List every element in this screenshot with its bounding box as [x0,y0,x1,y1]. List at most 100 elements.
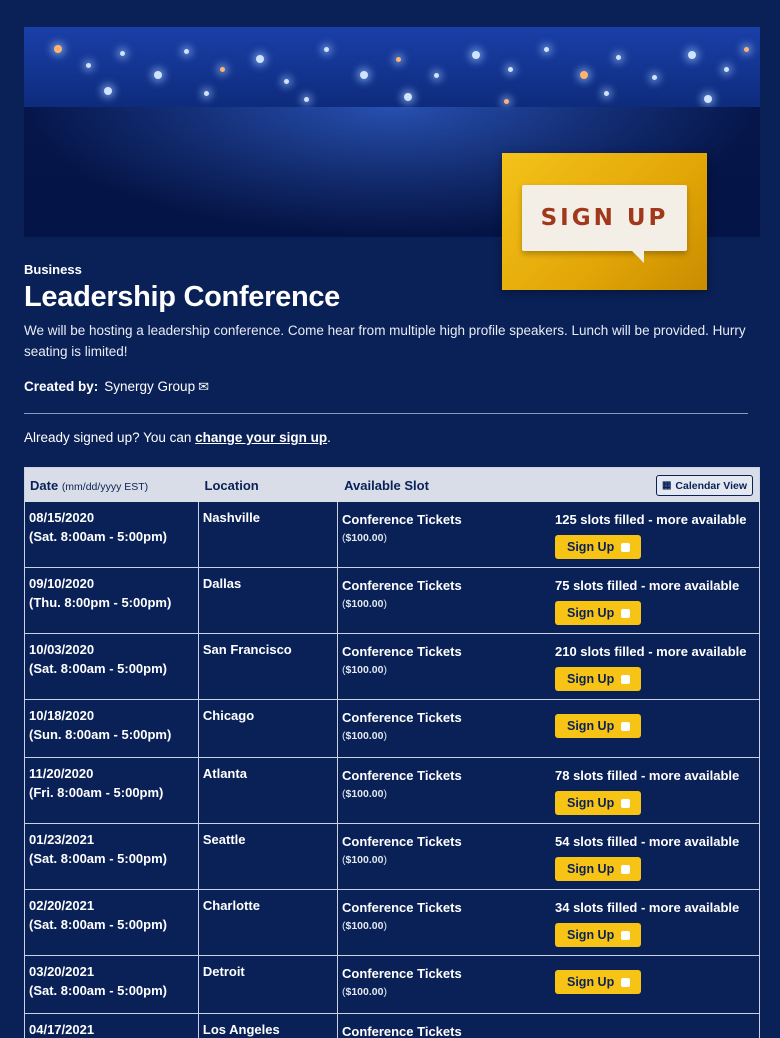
stage-light [154,71,162,79]
calendar-view-button[interactable]: ▦ Calendar View [655,475,753,496]
slot-status: 125 slots filled - more available Sign U… [551,502,759,567]
calendar-icon: ▦ [661,480,672,491]
stage-light [604,91,609,96]
row-time: (Sat. 8:00am - 5:00pm) [29,917,167,932]
row-location: Nashville [199,502,338,567]
sign-up-button[interactable]: Sign Up [555,923,642,947]
slot-info: Conference Tickets [338,1014,551,1038]
row-date-value: 08/15/2020 [29,510,95,525]
stage-light [652,75,657,80]
slot-status: 34 slots filled - more available Sign Up [551,890,759,955]
sign-up-checkbox[interactable] [621,721,631,731]
sign-up-button[interactable]: Sign Up [555,791,642,815]
sign-up-button-label: Sign Up [567,796,615,810]
slot-price: ($100.00) [342,530,547,546]
row-slot: Conference Tickets ($100.00) Sign Up [338,956,759,1013]
row-date: 04/17/2021 [25,1014,199,1038]
stage-light [580,71,588,79]
row-time: (Sat. 8:00am - 5:00pm) [29,851,167,866]
table-body: 08/15/2020 (Sat. 8:00am - 5:00pm) Nashvi… [25,502,759,1038]
row-slot: Conference Tickets ($100.00) 78 slots fi… [338,758,759,823]
sign-up-checkbox[interactable] [621,798,631,808]
slot-info: Conference Tickets ($100.00) [338,700,551,757]
slot-price: ($100.00) [342,596,547,612]
stage-light [404,93,412,101]
stage-light [220,67,225,72]
sign-up-button-label: Sign Up [567,540,615,554]
stage-light [704,95,712,103]
row-date: 02/20/2021 (Sat. 8:00am - 5:00pm) [25,890,199,955]
row-slot: Conference Tickets ($100.00) 210 slots f… [338,634,759,699]
slot-price-value: $100.00 [345,854,384,866]
slots-filled-text: 54 slots filled - more available [555,834,740,849]
slot-price: ($100.00) [342,852,547,868]
event-category: Business [24,262,82,277]
slot-price-value: $100.00 [345,598,384,610]
stage-light [284,79,289,84]
sign-up-button-label: Sign Up [567,975,615,989]
sign-up-button[interactable]: Sign Up [555,535,642,559]
slot-price-close: ) [383,730,387,742]
sign-up-checkbox[interactable] [621,542,631,552]
slot-name: Conference Tickets [342,578,462,593]
row-date-value: 01/23/2021 [29,832,95,847]
slot-price-close: ) [383,664,387,676]
slots-table: Date (mm/dd/yyyy EST) Location Available… [24,467,760,1038]
slot-name: Conference Tickets [342,768,462,783]
slot-price-close: ) [383,854,387,866]
sign-up-button[interactable]: Sign Up [555,714,642,738]
sign-up-button[interactable]: Sign Up [555,667,642,691]
slot-price-value: $100.00 [345,532,384,544]
stage-light [396,57,401,62]
slot-status: 210 slots filled - more available Sign U… [551,634,759,699]
row-location: Chicago [199,700,338,757]
sign-up-button[interactable]: Sign Up [555,970,642,994]
speech-bubble-tail [630,249,644,263]
stage-light [544,47,549,52]
slot-status [551,1014,759,1038]
sign-up-checkbox[interactable] [621,864,631,874]
row-slot: Conference Tickets ($100.00) 125 slots f… [338,502,759,567]
row-time: (Sat. 8:00am - 5:00pm) [29,661,167,676]
sign-up-checkbox[interactable] [621,930,631,940]
row-location: Detroit [199,956,338,1013]
stage-light [434,73,439,78]
sign-up-checkbox[interactable] [621,608,631,618]
sign-up-button[interactable]: Sign Up [555,857,642,881]
sign-up-graphic: SIGN UP [502,153,707,290]
stage-light [504,99,509,104]
stage-light [120,51,125,56]
already-signed-up-suffix: . [327,430,331,445]
table-row: 03/20/2021 (Sat. 8:00am - 5:00pm) Detroi… [25,956,759,1014]
stage-light [86,63,91,68]
stage-light [360,71,368,79]
envelope-icon[interactable]: ✉ [198,379,209,395]
slot-info: Conference Tickets ($100.00) [338,502,551,567]
slots-filled-text: 125 slots filled - more available [555,512,747,527]
sign-up-checkbox[interactable] [621,674,631,684]
slot-name: Conference Tickets [342,1024,462,1038]
row-date: 01/23/2021 (Sat. 8:00am - 5:00pm) [25,824,199,889]
sign-up-button-label: Sign Up [567,606,615,620]
stage-light [688,51,696,59]
table-row: 10/18/2020 (Sun. 8:00am - 5:00pm) Chicag… [25,700,759,758]
slot-price-value: $100.00 [345,730,384,742]
sign-up-button-label: Sign Up [567,928,615,942]
slot-name: Conference Tickets [342,966,462,981]
row-slot: Conference Tickets ($100.00) 34 slots fi… [338,890,759,955]
slot-info: Conference Tickets ($100.00) [338,634,551,699]
sign-up-button[interactable]: Sign Up [555,601,642,625]
already-signed-up-text: Already signed up? You can change your s… [24,430,331,445]
stage-light [508,67,513,72]
stage-light [324,47,329,52]
slot-price: ($100.00) [342,786,547,802]
sign-up-checkbox[interactable] [621,977,631,987]
row-time: (Fri. 8:00am - 5:00pm) [29,785,164,800]
row-time: (Sat. 8:00am - 5:00pm) [29,529,167,544]
slot-info: Conference Tickets ($100.00) [338,824,551,889]
calendar-view-label: Calendar View [675,479,747,492]
change-sign-up-link[interactable]: change your sign up [195,430,327,445]
header-date-hint: (mm/dd/yyyy EST) [61,480,149,493]
header-date: Date (mm/dd/yyyy EST) [25,478,200,493]
stage-light [184,49,189,54]
